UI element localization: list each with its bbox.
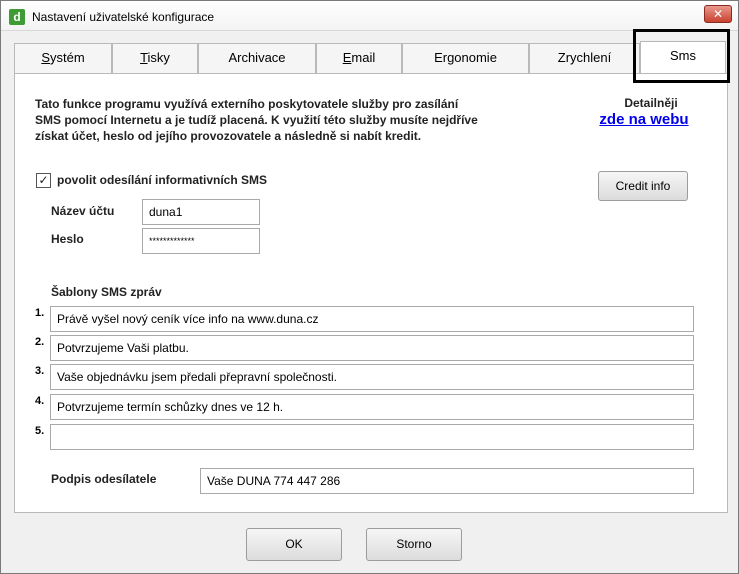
account-name-label: Název účtu [51, 204, 115, 218]
app-icon: d [9, 9, 25, 25]
template-5-input[interactable] [50, 424, 694, 450]
ok-button[interactable]: OK [246, 528, 342, 561]
template-1-input[interactable]: Právě vyšel nový ceník více info na www.… [50, 306, 694, 332]
template-3-input[interactable]: Vaše objednávku jsem předali přepravní s… [50, 364, 694, 390]
template-number-2: 2. [35, 336, 45, 348]
template-number-3: 3. [35, 365, 45, 377]
tab-zrychleni[interactable]: Zrychlení [529, 43, 640, 73]
template-number-5: 5. [35, 425, 45, 437]
sms-info-text: Tato funkce programu využívá externího p… [35, 97, 478, 143]
title-bar: d Nastavení uživatelské konfigurace ✕ [1, 1, 738, 31]
templates-title: Šablony SMS zpráv [51, 285, 162, 299]
window-title: Nastavení uživatelské konfigurace [32, 10, 215, 24]
detail-label: Detailněji [624, 96, 678, 110]
checkmark-icon: ✓ [38, 173, 49, 187]
tab-tisky[interactable]: Tisky [112, 43, 198, 73]
enable-sms-checkbox[interactable]: ✓ [36, 173, 51, 188]
detail-web-link[interactable]: zde na webu [589, 111, 699, 128]
template-number-4: 4. [35, 395, 45, 407]
tab-strip: Systém Tisky Archivace Email Ergonomie Z… [14, 41, 728, 73]
tab-email[interactable]: Email [316, 43, 402, 73]
enable-sms-label[interactable]: povolit odesílání informativních SMS [57, 173, 267, 187]
tab-archivace[interactable]: Archivace [198, 43, 316, 73]
password-label: Heslo [51, 232, 84, 246]
sms-tab-highlight [633, 29, 730, 83]
close-icon: ✕ [712, 7, 724, 21]
credit-info-button[interactable]: Credit info [598, 171, 688, 201]
cancel-button[interactable]: Storno [366, 528, 462, 561]
signature-label: Podpis odesílatele [51, 472, 157, 486]
template-4-input[interactable]: Potvrzujeme termín schůzky dnes ve 12 h. [50, 394, 694, 420]
config-window: d Nastavení uživatelské konfigurace ✕ Sy… [0, 0, 739, 574]
password-input[interactable]: ************* [142, 228, 260, 254]
close-button[interactable]: ✕ [704, 5, 732, 23]
tab-system[interactable]: Systém [14, 43, 112, 73]
account-name-input[interactable]: duna1 [142, 199, 260, 225]
template-2-input[interactable]: Potvrzujeme Vaši platbu. [50, 335, 694, 361]
template-number-1: 1. [35, 307, 45, 319]
tab-ergonomie[interactable]: Ergonomie [402, 43, 529, 73]
signature-input[interactable]: Vaše DUNA 774 447 286 [200, 468, 694, 494]
